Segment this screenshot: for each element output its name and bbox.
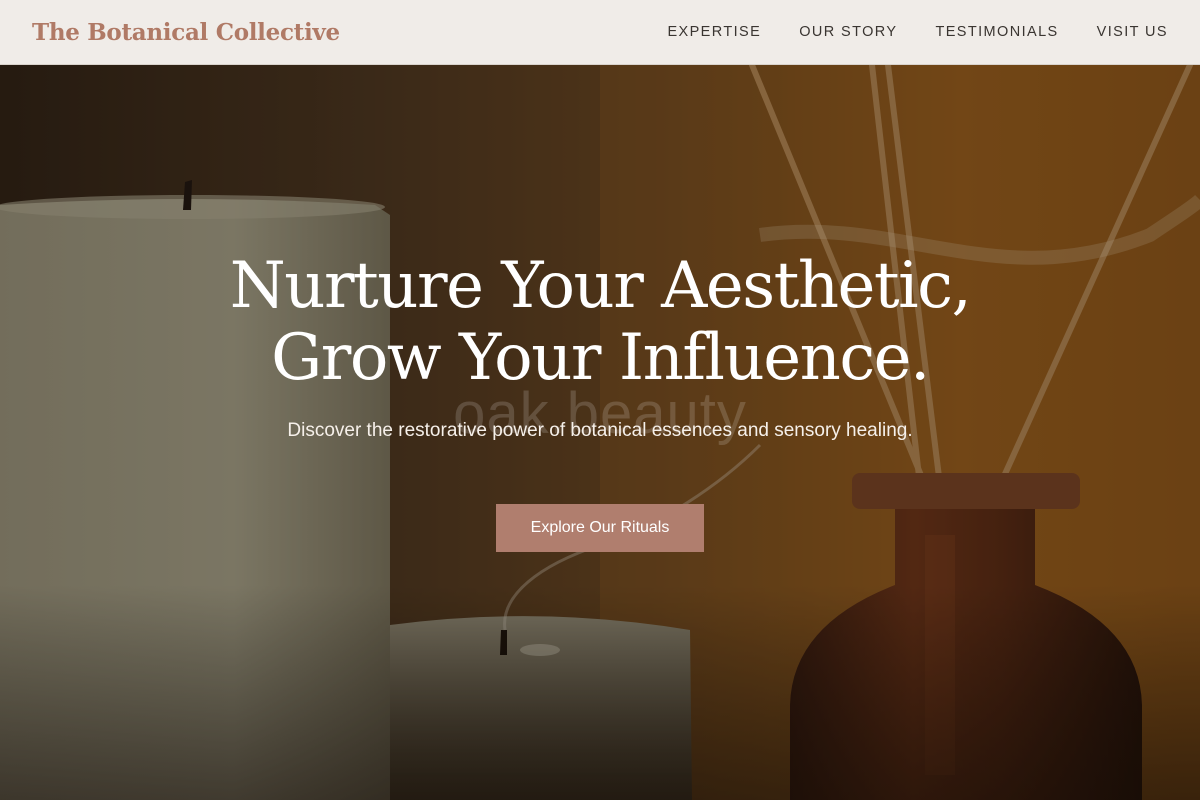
hero-title-line-1: Nurture Your Aesthetic,: [229, 249, 972, 323]
site-header: The Botanical Collective EXPERTISE OUR S…: [0, 0, 1200, 65]
explore-rituals-button[interactable]: Explore Our Rituals: [496, 504, 704, 552]
nav-link-testimonials[interactable]: TESTIMONIALS: [935, 24, 1058, 40]
nav-link-visit-us[interactable]: VISIT US: [1097, 24, 1168, 40]
nav-link-expertise[interactable]: EXPERTISE: [667, 24, 761, 40]
brand-logo[interactable]: The Botanical Collective: [32, 19, 340, 46]
hero-title-line-2: Grow Your Influence.: [271, 321, 930, 395]
hero-section: oak.beauty Nurture Your Aesthetic, Grow …: [0, 65, 1200, 800]
hero-subtitle: Discover the restorative power of botani…: [287, 420, 913, 441]
main-nav: EXPERTISE OUR STORY TESTIMONIALS VISIT U…: [629, 24, 1168, 40]
hero-title: Nurture Your Aesthetic, Grow Your Influe…: [0, 250, 1200, 394]
nav-link-our-story[interactable]: OUR STORY: [799, 24, 897, 40]
